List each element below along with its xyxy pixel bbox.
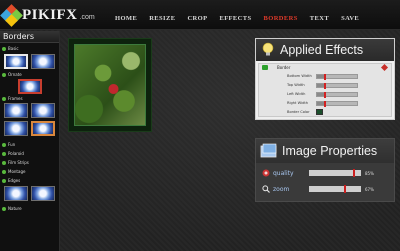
- border-thumbnail[interactable]: [31, 186, 55, 201]
- left-width-slider[interactable]: [316, 91, 358, 98]
- border-thumbnail[interactable]: [4, 103, 28, 118]
- category-montage[interactable]: Montage: [2, 168, 25, 175]
- effect-row: Border Bottom Width Top Width Left Width…: [258, 63, 392, 117]
- zoom-slider[interactable]: [309, 185, 361, 193]
- lightbulb-icon: [262, 42, 274, 56]
- nav-home[interactable]: HOME: [115, 15, 137, 22]
- image-canvas[interactable]: [68, 38, 152, 132]
- delete-icon[interactable]: [380, 63, 389, 72]
- bullet-icon: [2, 96, 6, 101]
- nav-text[interactable]: TEXT: [310, 15, 329, 22]
- photo-preview: [74, 44, 146, 126]
- param-right-width: Right Width: [287, 100, 358, 107]
- sidebar-title: Borders: [0, 31, 59, 43]
- magnifier-icon: [262, 185, 270, 193]
- nav-save[interactable]: SAVE: [341, 15, 359, 22]
- logo[interactable]: PIKIFX .com: [0, 4, 95, 27]
- image-properties-panel: Image Properties quality 85% zoom 67%: [255, 138, 395, 202]
- sidebar: Borders Basic Ornate Frames Fun Polaroid…: [0, 31, 60, 251]
- bullet-icon: [2, 178, 6, 183]
- bottom-width-slider[interactable]: [316, 73, 358, 80]
- bullet-icon: [2, 169, 6, 174]
- quality-row: quality 85%: [262, 169, 374, 177]
- main-nav: HOME RESIZE CROP EFFECTS BORDERS TEXT SA…: [115, 15, 359, 22]
- logo-domain: .com: [79, 14, 95, 21]
- bullet-icon: [2, 206, 6, 211]
- category-nature[interactable]: Nature: [2, 205, 22, 212]
- quality-icon: [262, 169, 270, 177]
- top-bar: PIKIFX .com HOME RESIZE CROP EFFECTS BOR…: [0, 0, 400, 30]
- border-thumbnail[interactable]: [4, 186, 28, 201]
- logo-icon: [0, 4, 23, 27]
- bullet-icon: [2, 46, 6, 51]
- category-polaroid[interactable]: Polaroid: [2, 150, 24, 157]
- nav-resize[interactable]: RESIZE: [149, 15, 175, 22]
- param-bottom-width: Bottom Width: [287, 73, 358, 80]
- zoom-value: 67%: [365, 186, 374, 192]
- quality-value: 85%: [365, 170, 374, 176]
- category-frames[interactable]: Frames: [2, 95, 23, 102]
- image-properties-title: Image Properties: [282, 144, 378, 158]
- border-color-swatch[interactable]: [316, 109, 323, 115]
- quality-slider[interactable]: [309, 169, 361, 177]
- category-edges[interactable]: Edges: [2, 177, 20, 184]
- image-icon: [260, 143, 277, 158]
- image-properties-header: Image Properties: [256, 139, 394, 163]
- logo-name: PIKIFX: [22, 6, 78, 23]
- border-thumbnail[interactable]: [4, 54, 28, 69]
- nav-crop[interactable]: CROP: [187, 15, 207, 22]
- category-ornate[interactable]: Ornate: [2, 71, 22, 78]
- param-top-width: Top Width: [287, 82, 358, 89]
- zoom-row: zoom 67%: [262, 185, 374, 193]
- category-basic[interactable]: Basic: [2, 45, 19, 52]
- bullet-icon: [2, 142, 6, 147]
- nav-effects[interactable]: EFFECTS: [219, 15, 251, 22]
- applied-effects-header: Applied Effects: [256, 39, 394, 61]
- right-width-slider[interactable]: [316, 100, 358, 107]
- bullet-icon: [2, 151, 6, 156]
- applied-effects-panel: Applied Effects Border Bottom Width Top …: [255, 38, 395, 120]
- param-border-color: Border Color: [287, 109, 323, 115]
- param-left-width: Left Width: [287, 91, 358, 98]
- bullet-icon: [2, 72, 6, 77]
- category-fun[interactable]: Fun: [2, 141, 15, 148]
- check-icon[interactable]: [262, 65, 268, 70]
- top-width-slider[interactable]: [316, 82, 358, 89]
- effect-name: Border: [277, 65, 291, 70]
- border-thumbnail[interactable]: [4, 121, 28, 136]
- border-thumbnail[interactable]: [31, 121, 55, 136]
- border-thumbnail[interactable]: [31, 103, 55, 118]
- nav-borders[interactable]: BORDERS: [264, 15, 298, 22]
- border-thumbnail[interactable]: [31, 54, 55, 69]
- category-film-strips[interactable]: Film Strips: [2, 159, 29, 166]
- bullet-icon: [2, 160, 6, 165]
- applied-effects-title: Applied Effects: [280, 43, 364, 57]
- border-thumbnail[interactable]: [18, 79, 42, 94]
